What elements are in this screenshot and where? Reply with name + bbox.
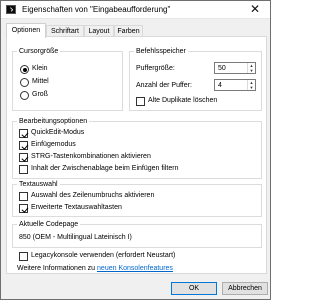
filter-clipboard-label[interactable]: Inhalt der Zwischenablage beim Einfügen …: [31, 164, 178, 174]
options-panel: Cursorgröße Klein Mittel Groß Befehlsspe…: [6, 36, 267, 274]
tab-strip: Optionen Schriftart Layout Farben: [6, 23, 267, 38]
radio-klein-label[interactable]: Klein: [32, 64, 48, 74]
quickedit-checkbox[interactable]: [19, 129, 28, 138]
filter-clipboard-checkbox[interactable]: [19, 165, 28, 174]
line-wrap-selection-checkbox[interactable]: [19, 192, 28, 201]
properties-dialog: Eigenschaften von "Eingabeaufforderung" …: [0, 0, 271, 300]
codepage-group: Aktuelle Codepage 850 (OEM - Multilingua…: [12, 220, 262, 248]
edit-options-heading: Bearbeitungsoptionen: [17, 117, 90, 126]
buffer-size-value[interactable]: 50: [218, 64, 226, 74]
ctrl-keys-checkbox[interactable]: [19, 153, 28, 162]
buffer-count-spin[interactable]: ▲ ▼: [247, 80, 255, 90]
extended-edit-keys-checkbox[interactable]: [19, 204, 28, 213]
cursor-size-group: Cursorgröße Klein Mittel Groß: [12, 47, 123, 111]
line-wrap-selection-label[interactable]: Auswahl des Zeilenumbruchs aktivieren: [31, 191, 154, 201]
insert-mode-label[interactable]: Einfügemodus: [31, 140, 76, 150]
buffer-count-stepper[interactable]: 4 ▲ ▼: [214, 79, 256, 91]
ok-button[interactable]: OK: [171, 282, 217, 295]
command-buffer-group: Befehlsspeicher Puffergröße: 50 ▲ ▼ Anzah…: [129, 47, 262, 111]
quickedit-label[interactable]: QuickEdit-Modus: [31, 128, 84, 138]
discard-duplicates-checkbox[interactable]: [136, 97, 145, 106]
buffer-size-spin[interactable]: ▲ ▼: [247, 63, 255, 73]
window-title: Eigenschaften von "Eingabeaufforderung": [22, 5, 171, 14]
text-selection-heading: Textauswahl: [17, 180, 60, 189]
spin-down-icon[interactable]: ▼: [248, 68, 255, 73]
cancel-button[interactable]: Abbrechen: [222, 282, 268, 295]
radio-klein[interactable]: [20, 65, 29, 74]
legacy-console-label[interactable]: Legacykonsole verwenden (erfordert Neust…: [31, 251, 175, 261]
title-bar[interactable]: Eigenschaften von "Eingabeaufforderung" …: [1, 1, 270, 19]
ctrl-keys-label[interactable]: STRG-Tastenkombinationen aktivieren: [31, 152, 151, 162]
radio-mittel[interactable]: [20, 78, 29, 87]
cursor-size-heading: Cursorgröße: [17, 47, 61, 56]
extended-edit-keys-label[interactable]: Erweiterte Textauswahltasten: [31, 203, 122, 213]
buffer-size-label: Puffergröße:: [136, 65, 175, 72]
command-buffer-heading: Befehlsspeicher: [134, 47, 188, 56]
discard-duplicates-label[interactable]: Alte Duplikate löschen: [148, 96, 217, 106]
buffer-count-label: Anzahl der Puffer:: [136, 82, 192, 89]
codepage-heading: Aktuelle Codepage: [17, 220, 81, 229]
legacy-console-checkbox[interactable]: [19, 252, 28, 261]
tab-optionen[interactable]: Optionen: [6, 23, 46, 38]
insert-mode-checkbox[interactable]: [19, 141, 28, 150]
edit-options-group: Bearbeitungsoptionen QuickEdit-Modus Ein…: [12, 117, 262, 179]
radio-gross[interactable]: [20, 91, 29, 100]
spin-down-icon[interactable]: ▼: [248, 85, 255, 90]
text-selection-group: Textauswahl Auswahl des Zeilenumbruchs a…: [12, 180, 262, 217]
codepage-value: 850 (OEM - Multilingual Lateinisch I): [19, 234, 132, 241]
radio-gross-label[interactable]: Groß: [32, 90, 48, 100]
buffer-size-stepper[interactable]: 50 ▲ ▼: [214, 62, 256, 74]
close-icon[interactable]: ✕: [244, 2, 266, 17]
more-info-text: Weitere Informationen zu: [17, 265, 98, 272]
buffer-count-value[interactable]: 4: [218, 81, 222, 91]
radio-mittel-label[interactable]: Mittel: [32, 77, 49, 87]
more-info-line: Weitere Informationen zu neuen Konsolenf…: [17, 264, 173, 274]
console-icon: [6, 5, 16, 14]
new-console-features-link[interactable]: neuen Konsolenfeatures: [97, 265, 173, 272]
